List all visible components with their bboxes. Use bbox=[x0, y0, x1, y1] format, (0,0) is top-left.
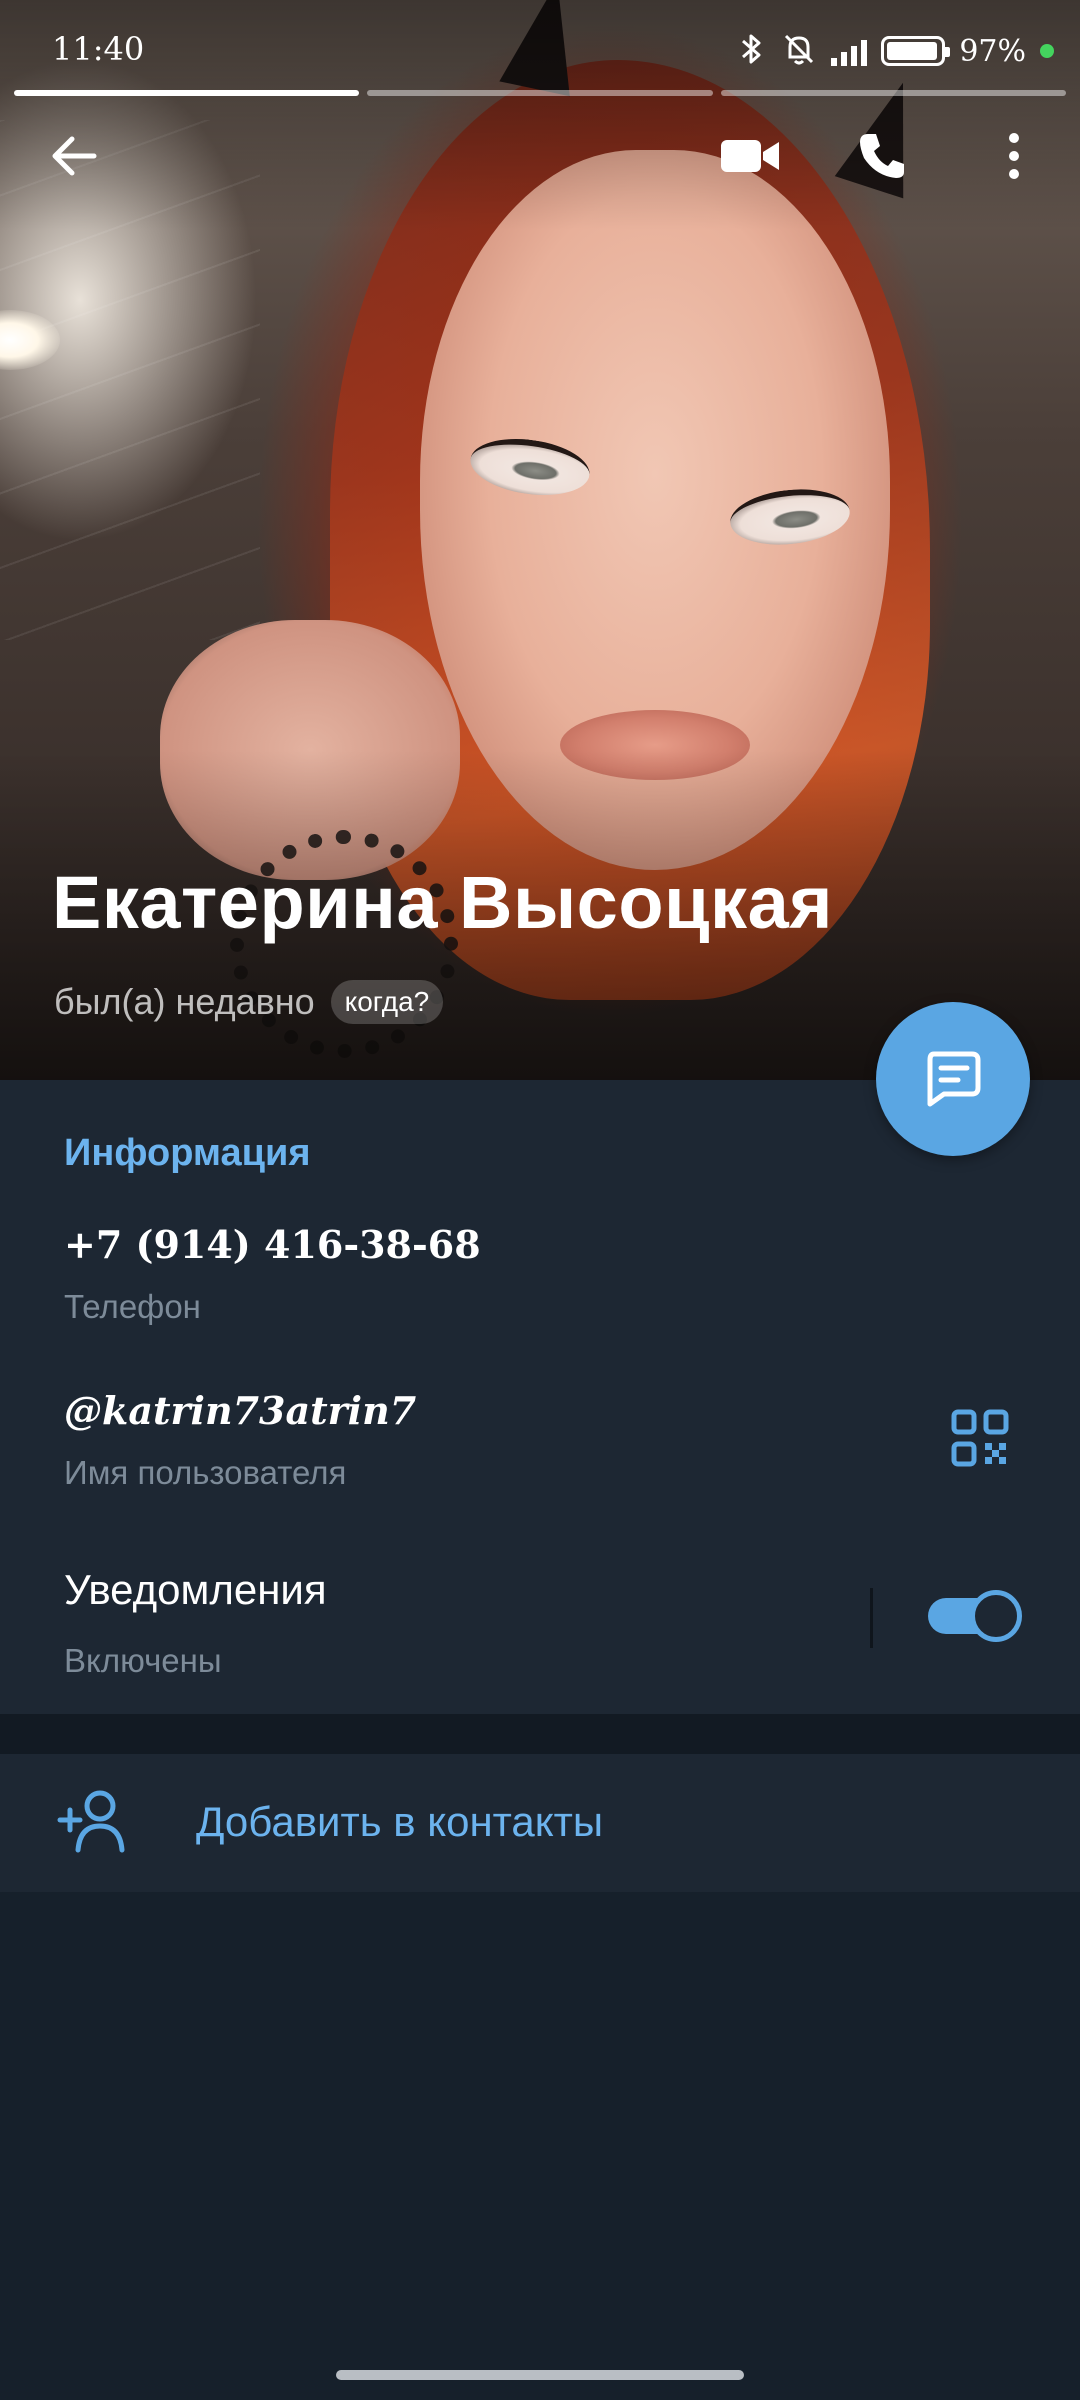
back-arrow-icon bbox=[52, 136, 97, 176]
phone-call-button[interactable] bbox=[846, 120, 918, 192]
notifications-row-title[interactable]: Уведомления bbox=[64, 1566, 327, 1614]
more-vertical-icon bbox=[1009, 133, 1019, 179]
username[interactable]: @katrin73atrin7 bbox=[64, 1388, 416, 1433]
bluetooth-icon bbox=[737, 31, 767, 72]
mute-bell-icon bbox=[781, 31, 817, 72]
phone-label: Телефон bbox=[64, 1288, 201, 1325]
story-progress-bar bbox=[14, 90, 1066, 96]
phone-number[interactable]: +7 (914) 416-38-68 bbox=[64, 1222, 481, 1267]
story-segment bbox=[367, 90, 713, 96]
status-icons: 97% bbox=[737, 28, 1054, 74]
send-message-button[interactable] bbox=[876, 1002, 1030, 1156]
back-button[interactable] bbox=[38, 120, 110, 192]
section-separator bbox=[0, 1714, 1080, 1754]
qr-code-button[interactable] bbox=[950, 1408, 1010, 1468]
add-user-icon bbox=[56, 1788, 128, 1854]
when-chip-button[interactable]: когда? bbox=[330, 980, 444, 1024]
home-indicator[interactable] bbox=[336, 2370, 744, 2380]
notifications-divider bbox=[870, 1588, 873, 1648]
phone-call-icon bbox=[860, 134, 904, 178]
status-time: 11:40 bbox=[52, 30, 145, 68]
add-contact-button[interactable]: Добавить в контакты bbox=[196, 1798, 603, 1846]
story-segment bbox=[14, 90, 360, 96]
profile-name: Екатерина Высоцкая bbox=[52, 861, 833, 944]
last-seen-text: был(а) недавно bbox=[54, 981, 315, 1022]
video-call-icon bbox=[721, 140, 779, 172]
notifications-toggle[interactable] bbox=[928, 1590, 1022, 1642]
notifications-status: Включены bbox=[64, 1642, 222, 1679]
message-icon bbox=[927, 1051, 981, 1107]
battery-icon bbox=[881, 36, 951, 66]
last-seen-status: был(а) недавно когда? bbox=[54, 980, 444, 1024]
battery-percent: 97% bbox=[959, 33, 1026, 69]
charging-dot-icon bbox=[1040, 44, 1054, 58]
username-label: Имя пользователя bbox=[64, 1454, 347, 1491]
info-section-title: Информация bbox=[64, 1132, 311, 1174]
qr-code-icon bbox=[951, 1409, 1009, 1467]
signal-icon bbox=[831, 36, 868, 66]
story-segment bbox=[720, 90, 1066, 96]
more-options-button[interactable] bbox=[978, 120, 1050, 192]
video-call-button[interactable] bbox=[714, 120, 786, 192]
